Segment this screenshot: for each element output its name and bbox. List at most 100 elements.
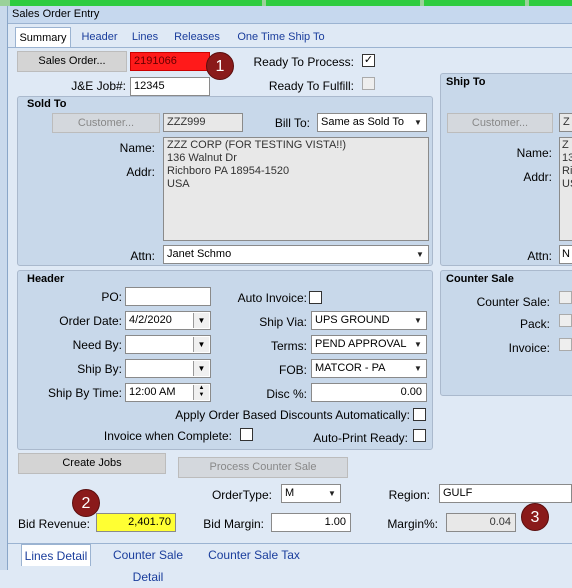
chevron-down-icon: ▼: [414, 118, 422, 127]
counter-sale-checkbox[interactable]: [559, 291, 572, 304]
ship-by-label: Ship By:: [77, 362, 122, 376]
bid-margin-field[interactable]: 1.00: [271, 513, 351, 532]
terms-dropdown[interactable]: PEND APPROVAL ▼: [311, 335, 427, 354]
disc-label: Disc %:: [266, 387, 307, 401]
tab-counter-sale-detail[interactable]: Counter Sale Detail: [97, 544, 199, 584]
tab-header[interactable]: Header: [77, 27, 122, 47]
job-field[interactable]: 12345: [130, 77, 210, 96]
ship-to-name-label: Name:: [516, 146, 552, 160]
bid-revenue-field[interactable]: 2,401.70: [96, 513, 176, 532]
region-field[interactable]: GULF: [439, 484, 572, 503]
order-type-dropdown[interactable]: M ▼: [281, 484, 341, 503]
sold-to-customer-button[interactable]: Customer...: [52, 113, 160, 133]
ship-via-value: UPS GROUND: [315, 314, 390, 326]
margin-pct-field[interactable]: 0.04: [446, 513, 516, 532]
tab-lines-detail[interactable]: Lines Detail: [21, 544, 91, 566]
ship-to-title: Ship To: [446, 76, 486, 88]
fob-label: FOB:: [278, 363, 307, 377]
tab-one-time-ship-to[interactable]: One Time Ship To: [233, 27, 329, 47]
tab-summary[interactable]: Summary: [15, 27, 71, 47]
ship-to-customer-button[interactable]: Customer...: [447, 113, 553, 133]
ship-via-dropdown[interactable]: UPS GROUND ▼: [311, 311, 427, 330]
sold-to-address-box[interactable]: ZZZ CORP (FOR TESTING VISTA!!) 136 Walnu…: [163, 137, 429, 241]
bill-to-dropdown[interactable]: Same as Sold To ▼: [317, 113, 427, 132]
sales-order-button[interactable]: Sales Order...: [17, 51, 127, 72]
po-label: PO:: [101, 290, 122, 304]
margin-pct-label: Margin%:: [387, 517, 438, 531]
chevron-down-icon: ▼: [414, 364, 422, 373]
ship-by-time-value: 12:00 AM: [129, 386, 176, 398]
counter-sale-label: Counter Sale:: [476, 295, 550, 309]
chevron-down-icon[interactable]: ▼: [193, 313, 209, 328]
chevron-down-icon: ▼: [414, 340, 422, 349]
address-line: 13: [562, 152, 572, 164]
counter-sale-title: Counter Sale: [446, 273, 514, 285]
ship-by-time-field[interactable]: 12:00 AM ▲ ▼: [125, 383, 211, 402]
invoice-complete-checkbox[interactable]: [240, 428, 253, 441]
header-panel-title: Header: [27, 273, 65, 285]
ready-to-fulfill-checkbox[interactable]: [362, 77, 375, 90]
address-line: US: [562, 178, 572, 190]
auto-print-label: Auto-Print Ready:: [313, 431, 408, 445]
attn-value: Janet Schmo: [167, 248, 232, 260]
ready-to-process-checkbox[interactable]: ✓: [362, 54, 375, 67]
auto-invoice-label: Auto Invoice:: [237, 291, 307, 305]
terms-label: Terms:: [271, 339, 307, 353]
chevron-down-icon: ▼: [414, 316, 422, 325]
callout-badge-1: 1: [206, 52, 234, 80]
order-type-label: OrderType:: [211, 488, 272, 502]
fob-dropdown[interactable]: MATCOR - PA ▼: [311, 359, 427, 378]
region-label: Region:: [388, 488, 430, 502]
address-line: ZZZ CORP (FOR TESTING VISTA!!): [167, 139, 347, 151]
address-line: USA: [167, 178, 190, 190]
chevron-down-icon[interactable]: ▼: [193, 361, 209, 376]
order-date-field[interactable]: 4/2/2020 ▼: [125, 311, 211, 330]
counter-sale-panel: [440, 270, 572, 396]
pack-checkbox[interactable]: [559, 314, 572, 327]
chevron-down-icon: ▼: [416, 250, 424, 259]
chevron-down-icon: ▼: [328, 489, 336, 498]
tab-releases[interactable]: Releases: [170, 27, 224, 47]
addr-label: Addr:: [126, 165, 155, 179]
fob-value: MATCOR - PA: [315, 362, 386, 374]
invoice-complete-label: Invoice when Complete:: [103, 429, 232, 443]
tab-divider: [8, 47, 572, 48]
left-strip: [0, 6, 8, 570]
attn-dropdown[interactable]: Janet Schmo ▼: [163, 245, 429, 264]
name-label: Name:: [119, 141, 155, 155]
job-label: J&E Job#:: [71, 79, 126, 93]
ship-to-attn-field[interactable]: N: [559, 245, 572, 264]
invoice-label: Invoice:: [508, 341, 550, 355]
attn-label: Attn:: [130, 249, 155, 263]
address-line: Ri: [562, 165, 572, 177]
ship-to-address-box[interactable]: Z 13 Ri US: [559, 137, 572, 241]
terms-value: PEND APPROVAL: [315, 338, 407, 350]
order-date-label: Order Date:: [59, 314, 122, 328]
ship-to-customer-field[interactable]: Z: [559, 113, 572, 132]
need-by-label: Need By:: [72, 338, 122, 352]
invoice-checkbox[interactable]: [559, 338, 572, 351]
create-jobs-button[interactable]: Create Jobs: [18, 453, 166, 474]
po-field[interactable]: [125, 287, 211, 306]
auto-invoice-checkbox[interactable]: [309, 291, 322, 304]
bid-revenue-label: Bid Revenue:: [17, 517, 90, 531]
bill-to-label: Bill To:: [274, 116, 310, 130]
order-type-value: M: [285, 487, 295, 499]
address-line: Richboro PA 18954-1520: [167, 165, 290, 177]
process-counter-sale-button[interactable]: Process Counter Sale: [178, 457, 348, 478]
sales-order-field[interactable]: 2191066: [130, 52, 210, 71]
tab-lines[interactable]: Lines: [127, 27, 163, 47]
bid-margin-label: Bid Margin:: [203, 517, 264, 531]
tab-counter-sale-tax[interactable]: Counter Sale Tax: [206, 544, 302, 566]
pack-label: Pack:: [519, 317, 550, 331]
sold-to-customer-field[interactable]: ZZZ999: [163, 113, 243, 132]
auto-print-checkbox[interactable]: [413, 429, 426, 442]
apply-discount-checkbox[interactable]: [413, 408, 426, 421]
spinner-icon[interactable]: ▲ ▼: [193, 385, 209, 400]
ship-via-label: Ship Via:: [259, 315, 307, 329]
need-by-field[interactable]: ▼: [125, 335, 211, 354]
apply-discount-label: Apply Order Based Discounts Automaticall…: [175, 408, 410, 422]
ship-by-field[interactable]: ▼: [125, 359, 211, 378]
disc-field[interactable]: 0.00: [311, 383, 427, 402]
chevron-down-icon[interactable]: ▼: [193, 337, 209, 352]
